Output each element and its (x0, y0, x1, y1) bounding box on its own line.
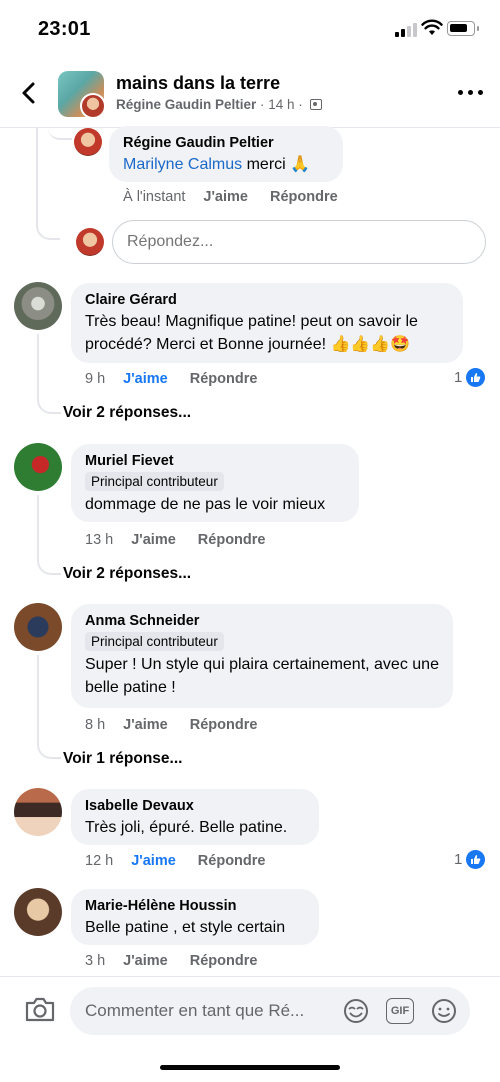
status-time: 23:01 (38, 18, 91, 40)
comment-bubble: Muriel Fievet Principal contributeur dom… (71, 444, 359, 522)
mention-link[interactable]: Marilyne Calmus (123, 156, 242, 173)
group-thumbnail[interactable] (58, 71, 104, 117)
thread-connector (37, 743, 61, 759)
reply-time: À l'instant (123, 189, 186, 205)
comment-actions: 3 h J'aime Répondre (85, 953, 279, 969)
thumbs-up-icon (466, 368, 486, 387)
avatar[interactable] (14, 282, 62, 330)
like-button[interactable]: J'aime (131, 853, 176, 869)
avatar[interactable] (14, 603, 62, 651)
reply-button[interactable]: Répondre (198, 853, 266, 869)
thread-line (37, 655, 39, 745)
thread-line (37, 334, 39, 400)
thread-connector (48, 128, 72, 140)
post-time: · 14 h · (256, 97, 307, 112)
comment-author[interactable]: Claire Gérard (85, 291, 449, 310)
like-button[interactable]: J'aime (123, 371, 168, 387)
author-avatar (80, 93, 104, 117)
reply-text: merci 🙏 (242, 156, 311, 173)
thread-line (36, 128, 38, 224)
avatar[interactable] (74, 128, 102, 156)
comment-time: 8 h (85, 717, 106, 733)
contributor-badge: Principal contributeur (85, 632, 224, 651)
see-replies-link[interactable]: Voir 2 réponses... (63, 404, 191, 422)
comment-author[interactable]: Marie-Hélène Houssin (85, 897, 305, 916)
battery-icon (447, 21, 479, 36)
comment-text: Super ! Un style qui plaira certainement… (85, 656, 439, 696)
comment-text: Très beau! Magnifique patine! peut on sa… (85, 313, 418, 353)
more-options-icon[interactable] (458, 90, 484, 96)
avatar-sticker-icon[interactable] (342, 998, 370, 1024)
post-header: mains dans la terre Régine Gaudin Peltie… (0, 58, 500, 128)
contributor-badge: Principal contributeur (85, 472, 224, 491)
comment-actions: 8 h J'aime Répondre (85, 717, 279, 733)
comment-bubble: Claire Gérard Très beau! Magnifique pati… (71, 283, 463, 363)
thread-connector (37, 559, 61, 575)
reaction-count[interactable]: 1 (454, 368, 486, 387)
comment-author[interactable]: Isabelle Devaux (85, 797, 305, 816)
comment-bubble: Anma Schneider Principal contributeur Su… (71, 604, 453, 708)
status-bar: 23:01 (0, 0, 500, 58)
like-button[interactable]: J'aime (123, 717, 168, 733)
comment-actions: 12 h J'aime Répondre (85, 853, 287, 869)
post-author[interactable]: Régine Gaudin Peltier (116, 97, 256, 112)
thread-connector (36, 224, 60, 240)
comment-time: 12 h (85, 853, 114, 869)
post-meta: Régine Gaudin Peltier · 14 h · (116, 97, 322, 112)
comment-actions: 9 h J'aime Répondre (85, 371, 279, 387)
reaction-count[interactable]: 1 (454, 850, 486, 869)
reply-button[interactable]: Répondre (198, 532, 266, 548)
comment-input[interactable]: Commenter en tant que Ré... GIF (70, 987, 470, 1035)
reply-button[interactable]: Répondre (190, 953, 258, 969)
reply-input[interactable] (112, 220, 486, 264)
comment-text: Belle patine , et style certain (85, 919, 286, 936)
like-button[interactable]: J'aime (131, 532, 176, 548)
camera-icon[interactable] (24, 995, 56, 1023)
avatar (76, 228, 104, 256)
comment-time: 3 h (85, 953, 106, 969)
see-replies-link[interactable]: Voir 2 réponses... (63, 565, 191, 583)
avatar[interactable] (14, 888, 62, 936)
thread-connector (37, 398, 61, 414)
thread-line (37, 495, 39, 561)
reply-button[interactable]: Répondre (190, 371, 258, 387)
comment-text: dommage de ne pas le voir mieux (85, 496, 326, 513)
reply-button[interactable]: Répondre (190, 717, 258, 733)
home-indicator[interactable] (160, 1065, 340, 1070)
comment-bubble: Marie-Hélène Houssin Belle patine , et s… (71, 889, 319, 945)
back-arrow-icon[interactable] (16, 80, 42, 106)
comment-author[interactable]: Muriel Fievet (85, 452, 345, 471)
see-replies-link[interactable]: Voir 1 réponse... (63, 750, 182, 768)
reply-bubble: Régine Gaudin Peltier Marilyne Calmus me… (109, 126, 343, 182)
reply-button[interactable]: Répondre (270, 189, 338, 205)
comment-bubble: Isabelle Devaux Très joli, épuré. Belle … (71, 789, 319, 845)
comment-time: 13 h (85, 532, 114, 548)
emoji-icon[interactable] (430, 998, 458, 1024)
like-button[interactable]: J'aime (203, 189, 248, 205)
comment-author[interactable]: Anma Schneider (85, 612, 439, 631)
comment-input-placeholder: Commenter en tant que Ré... (85, 1001, 305, 1020)
cellular-signal-icon (395, 23, 419, 37)
comment-time: 9 h (85, 371, 106, 387)
comment-actions: 13 h J'aime Répondre (85, 532, 287, 548)
gif-button[interactable]: GIF (386, 998, 414, 1024)
group-title[interactable]: mains dans la terre (116, 73, 280, 94)
reply-actions: À l'instant J'aime Répondre (123, 189, 360, 205)
comment-text: Très joli, épuré. Belle patine. (85, 819, 288, 836)
avatar[interactable] (14, 788, 62, 836)
group-privacy-icon (309, 99, 322, 110)
wifi-icon (421, 19, 443, 35)
like-button[interactable]: J'aime (123, 953, 168, 969)
thumbs-up-icon (466, 850, 486, 869)
avatar[interactable] (14, 443, 62, 491)
reply-author[interactable]: Régine Gaudin Peltier (123, 134, 329, 153)
